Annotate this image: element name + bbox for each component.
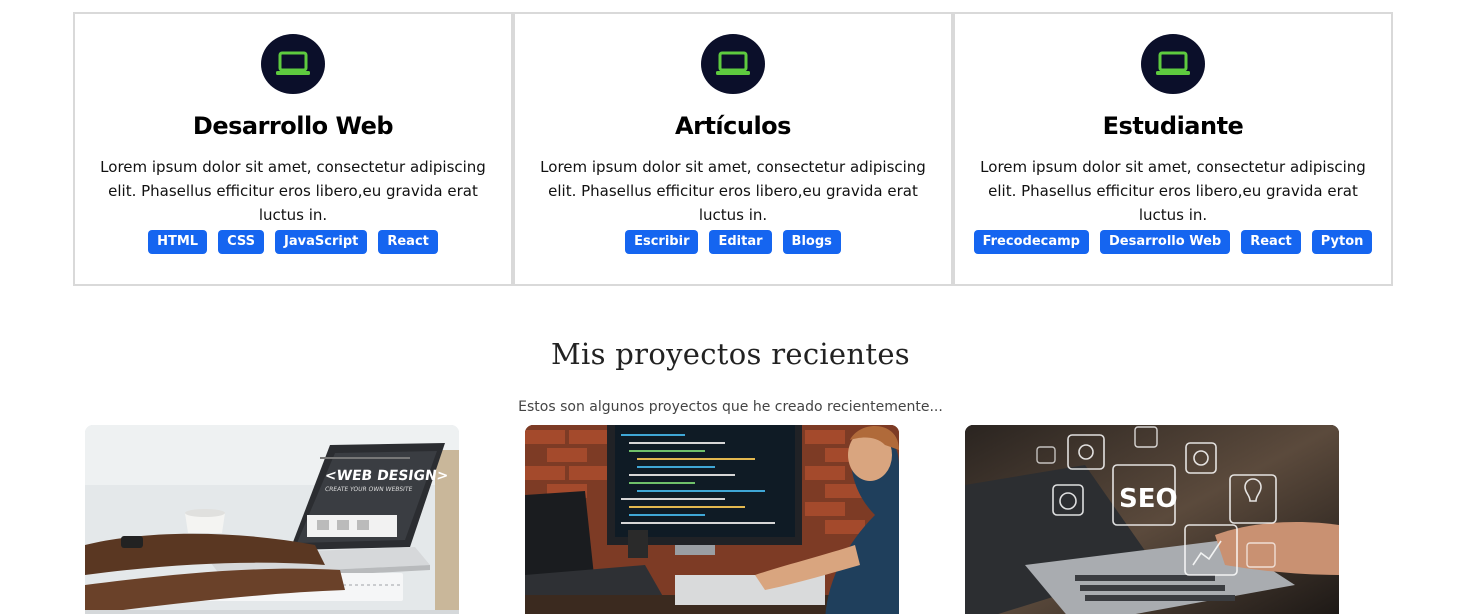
card-text: Lorem ipsum dolor sit amet, consectetur … (540, 158, 926, 224)
card-title: Estudiante (1102, 112, 1244, 140)
screen-subtitle: CREATE YOUR OWN WEBSITE (324, 486, 412, 493)
card-text: Lorem ipsum dolor sit amet, consectetur … (100, 158, 486, 224)
tag-badge: React (1241, 230, 1301, 254)
seo-badge-text: SEO (1119, 484, 1178, 514)
card-text: Lorem ipsum dolor sit amet, consectetur … (980, 158, 1366, 224)
web-design-laptop-image[interactable]: <WEB DESIGN> CREATE YOUR OWN WEBSITE (85, 425, 459, 614)
card-title: Artículos (675, 112, 791, 140)
tag-badge: Frecodecamp (973, 230, 1089, 254)
developer-coding-image[interactable] (525, 425, 899, 614)
tag-badge: Blogs (782, 230, 841, 254)
tag-badge: Pyton (1311, 230, 1373, 254)
section-subtitle: Estos son algunos proyectos que he cread… (518, 399, 943, 415)
tag-badge: JavaScript (275, 230, 368, 254)
tag-badge: Escribir (625, 230, 699, 254)
tag-list: Escribir Editar Blogs (515, 230, 951, 254)
service-card-articulos: Artículos Lorem ipsum dolor sit amet, co… (513, 12, 953, 286)
laptop-icon (701, 34, 765, 94)
service-card-estudiante: Estudiante Lorem ipsum dolor sit amet, c… (953, 12, 1393, 286)
section-title: Mis proyectos recientes (551, 337, 910, 371)
laptop-icon (261, 34, 325, 94)
tag-list: Frecodecamp Desarrollo Web React Pyton (955, 230, 1391, 254)
tag-badge: HTML (148, 230, 208, 254)
laptop-icon (1141, 34, 1205, 94)
tag-badge: React (378, 230, 438, 254)
card-title: Desarrollo Web (192, 112, 394, 140)
seo-laptop-image[interactable]: SEO (965, 425, 1339, 614)
screen-title: <WEB DESIGN> (324, 468, 450, 484)
tag-badge: Editar (709, 230, 772, 254)
service-card-web: Desarrollo Web Lorem ipsum dolor sit ame… (73, 12, 513, 286)
projects-grid: <WEB DESIGN> CREATE YOUR OWN WEBSITE SEO (85, 425, 1345, 614)
tag-badge: Desarrollo Web (1099, 230, 1231, 254)
tag-list: HTML CSS JavaScript React (75, 230, 511, 254)
services-cards: Desarrollo Web Lorem ipsum dolor sit ame… (73, 12, 1393, 286)
tag-badge: CSS (218, 230, 265, 254)
